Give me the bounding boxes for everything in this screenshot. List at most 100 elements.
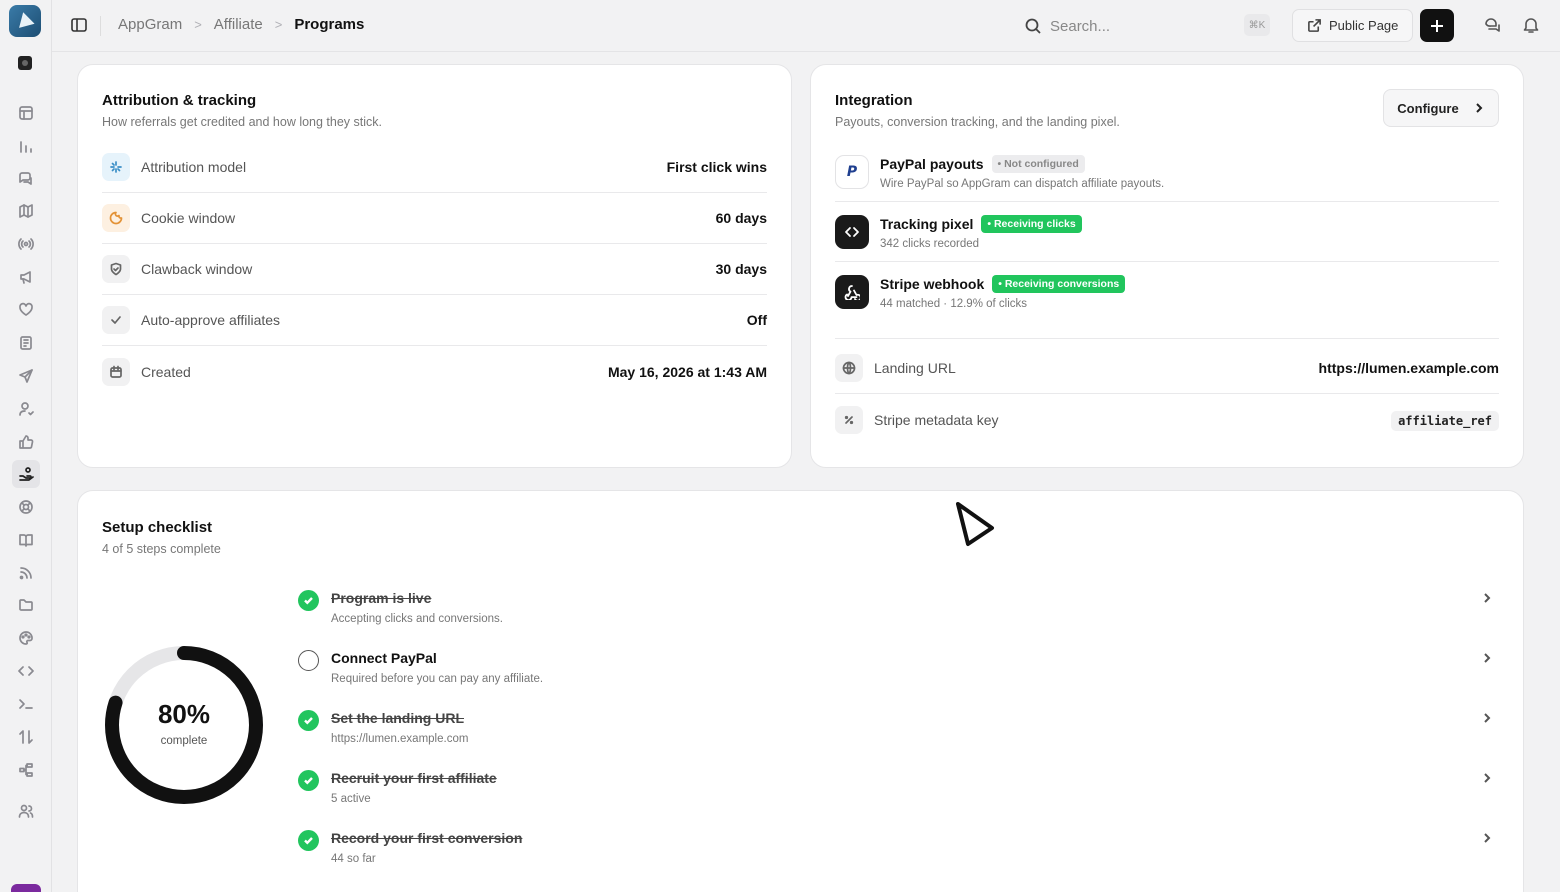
step-title: Connect PayPal xyxy=(331,650,437,666)
breadcrumb-affiliate[interactable]: Affiliate xyxy=(214,16,263,33)
thumbs-up-icon[interactable] xyxy=(17,433,35,451)
chevron-right-icon[interactable] xyxy=(1481,591,1493,603)
step-desc: 5 active xyxy=(331,793,371,805)
messages-icon[interactable] xyxy=(17,170,35,188)
public-page-label: Public Page xyxy=(1329,18,1399,33)
checklist-step[interactable]: Record your first conversion 44 so far xyxy=(298,821,1493,881)
created-row: Created May 16, 2026 at 1:43 AM xyxy=(102,346,767,397)
status-badge: • Receiving clicks xyxy=(981,215,1082,233)
step-title: Program is live xyxy=(331,590,432,606)
user-avatar[interactable] xyxy=(11,884,41,892)
item-title: PayPal payouts xyxy=(880,156,984,172)
chevron-right-icon: > xyxy=(274,17,283,32)
row-label: Attribution model xyxy=(141,159,247,175)
affiliate-icon[interactable] xyxy=(12,460,40,488)
sidebar xyxy=(0,0,52,892)
sidebar-toggle-icon[interactable] xyxy=(70,16,88,34)
feedback-icon[interactable] xyxy=(1483,16,1501,34)
breadcrumb: AppGram > Affiliate > Programs xyxy=(118,16,364,33)
workspace-icon[interactable] xyxy=(18,56,32,70)
announcements-icon[interactable] xyxy=(17,268,35,286)
row-label: Cookie window xyxy=(141,210,236,226)
sort-icon[interactable] xyxy=(17,728,35,746)
step-desc: Accepting clicks and conversions. xyxy=(331,613,503,625)
tracking-pixel-item[interactable]: Tracking pixel • Receiving clicks 342 cl… xyxy=(835,202,1499,262)
search-shortcut: ⌘K xyxy=(1244,14,1270,36)
shield-icon xyxy=(102,255,130,283)
breadcrumb-programs: Programs xyxy=(294,16,365,33)
card-title: Attribution & tracking xyxy=(102,92,257,109)
palette-icon[interactable] xyxy=(17,629,35,647)
analytics-icon[interactable] xyxy=(17,137,35,155)
auto-approve-row: Auto-approve affiliates Off xyxy=(102,295,767,346)
status-badge: • Receiving conversions xyxy=(992,275,1126,293)
chevron-right-icon[interactable] xyxy=(1481,771,1493,783)
step-desc: https://lumen.example.com xyxy=(331,733,469,745)
support-icon[interactable] xyxy=(17,498,35,516)
terminal-icon[interactable] xyxy=(17,695,35,713)
item-desc: 44 matched · 12.9% of clicks xyxy=(880,298,1028,310)
bell-icon[interactable] xyxy=(1522,16,1540,34)
step-title: Recruit your first affiliate xyxy=(331,770,497,786)
create-button[interactable] xyxy=(1420,9,1454,42)
breadcrumb-appgram[interactable]: AppGram xyxy=(118,16,182,33)
code-icon[interactable] xyxy=(17,662,35,680)
percent-icon xyxy=(835,405,863,434)
row-value: Off xyxy=(746,312,767,328)
setup-checklist-card: Setup checklist 4 of 5 steps complete 80… xyxy=(77,490,1524,892)
roadmap-icon[interactable] xyxy=(17,202,35,220)
check-circle-icon xyxy=(298,590,319,611)
item-desc: Wire PayPal so AppGram can dispatch affi… xyxy=(880,178,1165,190)
heart-icon[interactable] xyxy=(17,301,35,319)
sparkle-icon xyxy=(102,153,130,181)
card-subtitle: How referrals get credited and how long … xyxy=(102,115,382,129)
stripe-webhook-item[interactable]: Stripe webhook • Receiving conversions 4… xyxy=(835,262,1499,339)
search-input[interactable]: Search... xyxy=(1024,12,1276,40)
chevron-right-icon xyxy=(1475,103,1483,113)
paypal-payouts-item[interactable]: P PayPal payouts • Not configured Wire P… xyxy=(835,142,1499,202)
app-logo[interactable] xyxy=(9,5,41,37)
calendar-icon xyxy=(102,357,130,386)
row-value: May 16, 2026 at 1:43 AM xyxy=(607,363,767,380)
rss-icon[interactable] xyxy=(17,564,35,582)
external-link-icon xyxy=(1308,19,1321,32)
configure-button[interactable]: Configure xyxy=(1383,89,1499,127)
checklist-step[interactable]: Connect PayPal Required before you can pa… xyxy=(298,641,1493,701)
row-label: Landing URL xyxy=(874,360,956,376)
public-page-button[interactable]: Public Page xyxy=(1292,9,1413,42)
send-icon[interactable] xyxy=(17,367,35,385)
globe-icon xyxy=(835,354,863,382)
broadcast-icon[interactable] xyxy=(17,235,35,253)
chevron-right-icon[interactable] xyxy=(1481,711,1493,723)
item-desc: 342 clicks recorded xyxy=(880,238,980,250)
user-icon[interactable] xyxy=(17,400,35,418)
row-label: Auto-approve affiliates xyxy=(141,312,281,328)
configure-label: Configure xyxy=(1397,100,1459,116)
chevron-right-icon[interactable] xyxy=(1481,651,1493,663)
folder-icon[interactable] xyxy=(17,596,35,614)
team-icon[interactable] xyxy=(17,802,35,820)
cookie-window-row: Cookie window 60 days xyxy=(102,193,767,244)
checklist-step[interactable]: Recruit your first affiliate 5 active xyxy=(298,761,1493,821)
topbar: AppGram > Affiliate > Programs Search...… xyxy=(52,0,1560,52)
row-value: https://lumen.example.com xyxy=(1318,360,1499,376)
book-icon[interactable] xyxy=(17,531,35,549)
chevron-right-icon[interactable] xyxy=(1481,831,1493,843)
status-badge: • Not configured xyxy=(991,155,1085,173)
progress-ring: 80% complete xyxy=(102,643,266,807)
mouse-cursor-icon xyxy=(956,502,994,546)
integration-card: Integration Payouts, conversion tracking… xyxy=(810,64,1524,468)
stripe-metadata-row: Stripe metadata key affiliate_ref xyxy=(835,394,1499,445)
checklist-step[interactable]: Set the landing URL https://lumen.example… xyxy=(298,701,1493,761)
card-title: Integration xyxy=(835,92,913,109)
dashboard-icon[interactable] xyxy=(17,104,35,122)
check-circle-icon xyxy=(298,830,319,851)
document-icon[interactable] xyxy=(17,334,35,352)
row-label: Clawback window xyxy=(141,261,253,277)
checklist-step[interactable]: Program is live Accepting clicks and conv… xyxy=(298,581,1493,641)
metadata-key-value: affiliate_ref xyxy=(1391,410,1499,431)
check-circle-icon xyxy=(298,710,319,731)
step-title: Set the landing URL xyxy=(331,710,464,726)
workflow-icon[interactable] xyxy=(17,761,35,779)
step-title: Record your first conversion xyxy=(331,830,523,846)
